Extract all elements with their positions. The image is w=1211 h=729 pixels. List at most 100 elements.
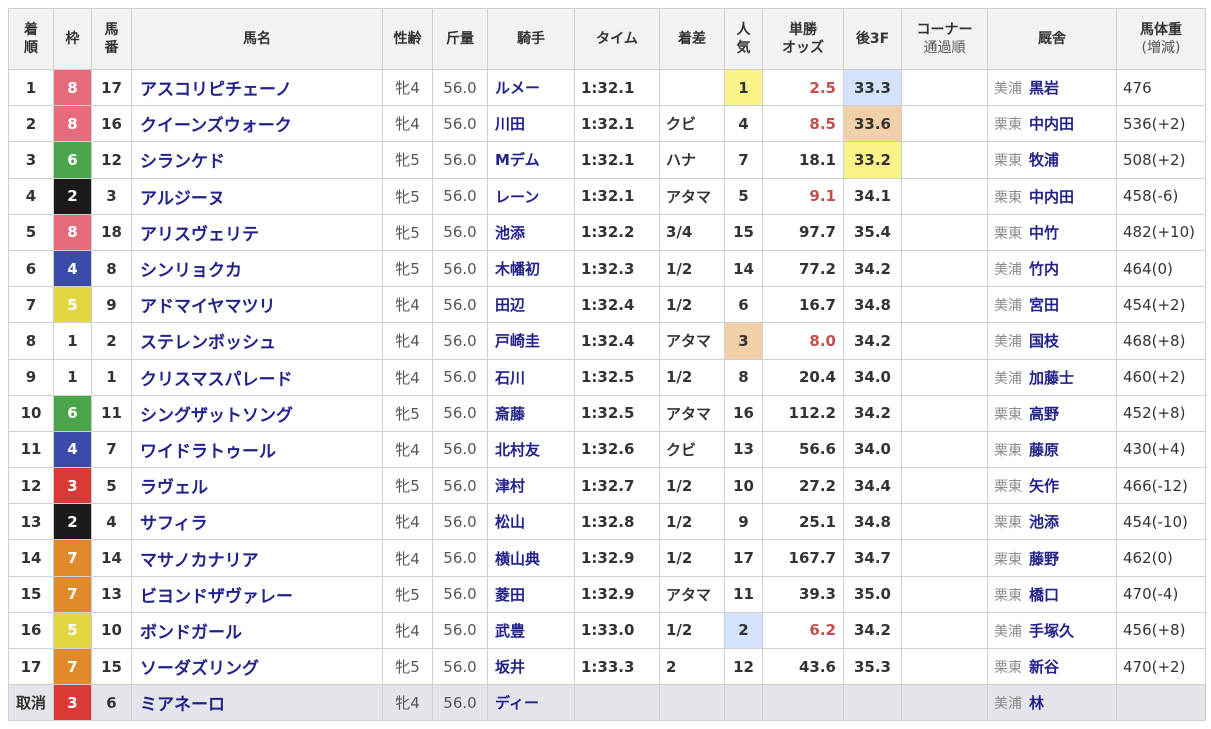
trainer-link[interactable]: 矢作 — [1029, 477, 1059, 495]
jockey-link[interactable]: 松山 — [487, 503, 575, 541]
jockey-link[interactable]: 横山典 — [487, 539, 575, 577]
trainer-link[interactable]: 新谷 — [1029, 658, 1059, 676]
trainer-link[interactable]: 牧浦 — [1029, 151, 1059, 169]
last-3f-cell: 34.8 — [843, 286, 902, 324]
margin-cell: 1/2 — [659, 539, 725, 577]
horse-name-link[interactable]: アスコリピチェーノ — [131, 68, 383, 107]
stable-cell: 栗東 牧浦 — [987, 141, 1117, 179]
jockey-link[interactable]: 津村 — [487, 467, 575, 505]
jockey-link[interactable]: 田辺 — [487, 286, 575, 324]
jockey-link[interactable]: 斎藤 — [487, 394, 575, 432]
header-weight[interactable]: 斤量 — [432, 8, 488, 70]
stable-area: 美浦 — [994, 696, 1022, 713]
margin-cell — [659, 68, 725, 107]
horse-name-link[interactable]: ワイドラトゥール — [131, 430, 383, 469]
trainer-link[interactable]: 加藤士 — [1029, 369, 1074, 387]
last-3f-cell: 35.0 — [843, 575, 902, 613]
jockey-link[interactable]: レーン — [487, 177, 575, 215]
horse-name-link[interactable]: シンリョクカ — [131, 249, 383, 288]
popularity-cell: 13 — [724, 430, 763, 469]
horse-name-link[interactable]: シランケド — [131, 141, 383, 179]
horse-name-link[interactable]: ミアネーロ — [131, 684, 383, 722]
popularity-cell: 12 — [724, 647, 763, 686]
horse-name-link[interactable]: シングザットソング — [131, 394, 383, 432]
trainer-link[interactable]: 中竹 — [1029, 224, 1059, 242]
jockey-link[interactable]: 石川 — [487, 358, 575, 396]
horse-name-link[interactable]: ステレンボッシュ — [131, 322, 383, 360]
header-jockey[interactable]: 騎手 — [487, 8, 575, 70]
header-horse-number[interactable]: 馬番 — [91, 8, 132, 70]
horse-number-cell: 13 — [91, 575, 132, 613]
trainer-link[interactable]: 藤野 — [1029, 550, 1059, 568]
trainer-link[interactable]: 宮田 — [1029, 296, 1059, 314]
trainer-link[interactable]: 国枝 — [1029, 332, 1059, 350]
horse-name-link[interactable]: アルジーヌ — [131, 177, 383, 215]
horse-name-link[interactable]: アドマイヤマツリ — [131, 286, 383, 324]
corner-order-cell — [901, 647, 988, 686]
stable-area: 美浦 — [994, 298, 1022, 315]
horse-name-link[interactable]: ビヨンドザヴァレー — [131, 575, 383, 613]
table-row: 8 1 2 ステレンボッシュ 牝4 56.0 戸崎圭 1:32.4 アタマ 3 8.0 34.2 美浦国… — [8, 322, 1206, 360]
margin-cell: 1/2 — [659, 611, 725, 650]
header-body-weight[interactable]: 馬体重 (増減) — [1116, 8, 1206, 70]
trainer-link[interactable]: 藤原 — [1029, 441, 1059, 459]
jockey-link[interactable]: 池添 — [487, 213, 575, 251]
horse-number-cell: 2 — [91, 322, 132, 360]
rank-cell: 1 — [8, 68, 54, 107]
trainer-link[interactable]: 黒岩 — [1029, 79, 1059, 97]
horse-name-link[interactable]: ソーダズリング — [131, 647, 383, 686]
waku-badge: 3 — [53, 467, 92, 505]
jockey-link[interactable]: 菱田 — [487, 575, 575, 613]
trainer-link[interactable]: 竹内 — [1029, 260, 1059, 278]
header-last-3f[interactable]: 後3F — [843, 8, 902, 70]
horse-name-link[interactable]: クイーンズウォーク — [131, 105, 383, 143]
table-row: 3 6 12 シランケド 牝5 56.0 Mデム 1:32.1 ハナ 7 18.1 33.2 栗東 牧浦 5… — [8, 141, 1206, 179]
horse-name-link[interactable]: ボンドガール — [131, 611, 383, 650]
table-row: 13 2 4 サフィラ 牝4 56.0 松山 1:32.8 1/2 9 25.1 34.8 栗東 池添 45… — [8, 503, 1206, 541]
jockey-link[interactable]: 木幡初 — [487, 249, 575, 288]
header-margin[interactable]: 着差 — [659, 8, 725, 70]
header-popularity[interactable]: 人気 — [724, 8, 763, 70]
jockey-link[interactable]: 川田 — [487, 105, 575, 143]
trainer-link[interactable]: 高野 — [1029, 405, 1059, 423]
sex-age-cell: 牝4 — [382, 286, 433, 324]
jockey-link[interactable]: ディー — [487, 684, 575, 722]
horse-name-link[interactable]: マサノカナリア — [131, 539, 383, 577]
header-win-odds[interactable]: 単勝 オッズ — [762, 8, 844, 70]
header-horse-name[interactable]: 馬名 — [131, 8, 383, 70]
header-time[interactable]: タイム — [574, 8, 660, 70]
stable-cell: 栗東 中内田 — [987, 105, 1117, 143]
jockey-link[interactable]: Mデム — [487, 141, 575, 179]
last-3f-cell: 33.6 — [843, 105, 902, 143]
table-row: 17 7 15 ソーダズリング 牝5 56.0 坂井 1:33.3 2 12 43.6 35.3 栗東新… — [8, 647, 1206, 686]
header-stable[interactable]: 厩舎 — [987, 8, 1117, 70]
corner-order-cell — [901, 177, 988, 215]
horse-name-link[interactable]: ラヴェル — [131, 467, 383, 505]
header-sex-age[interactable]: 性齢 — [382, 8, 433, 70]
win-odds-cell: 27.2 — [762, 467, 844, 505]
horse-name-link[interactable]: クリスマスパレード — [131, 358, 383, 396]
header-waku[interactable]: 枠 — [53, 8, 92, 70]
jockey-link[interactable]: 北村友 — [487, 430, 575, 469]
trainer-link[interactable]: 池添 — [1029, 513, 1059, 531]
weight-cell: 56.0 — [432, 503, 488, 541]
header-corner-order[interactable]: コーナー 通過順 — [901, 8, 988, 70]
trainer-link[interactable]: 中内田 — [1029, 188, 1074, 206]
jockey-link[interactable]: 戸崎圭 — [487, 322, 575, 360]
jockey-link[interactable]: 坂井 — [487, 647, 575, 686]
margin-cell: アタマ — [659, 575, 725, 613]
trainer-link[interactable]: 橋口 — [1029, 586, 1059, 604]
trainer-link[interactable]: 中内田 — [1029, 115, 1074, 133]
trainer-link[interactable]: 手塚久 — [1029, 622, 1074, 640]
sex-age-cell: 牝4 — [382, 322, 433, 360]
corner-order-cell — [901, 105, 988, 143]
jockey-link[interactable]: 武豊 — [487, 611, 575, 650]
trainer-link[interactable]: 林 — [1029, 694, 1044, 712]
header-rank[interactable]: 着順 — [8, 8, 54, 70]
jockey-link[interactable]: ルメー — [487, 68, 575, 107]
horse-name-link[interactable]: アリスヴェリテ — [131, 213, 383, 251]
win-odds-cell: 43.6 — [762, 647, 844, 686]
waku-badge: 7 — [53, 539, 92, 577]
stable-area: 栗東 — [994, 660, 1022, 677]
horse-name-link[interactable]: サフィラ — [131, 503, 383, 541]
